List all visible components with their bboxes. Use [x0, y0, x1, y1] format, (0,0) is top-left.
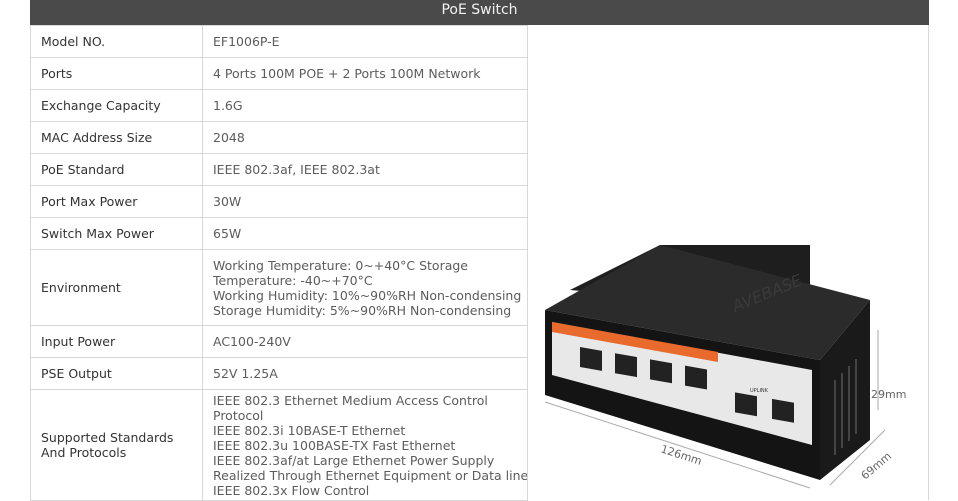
rj45-port-icon [580, 347, 602, 371]
standards-label-line: And Protocols [41, 445, 127, 460]
spec-label-ports: Ports [30, 57, 203, 90]
spec-label-environment: Environment [30, 249, 203, 326]
spec-value-environment: Working Temperature: 0~+40°C Storage Tem… [202, 249, 528, 326]
spec-value-pse-output: 52V 1.25A [202, 357, 528, 390]
rj45-port-icon [650, 359, 672, 384]
spec-value-poe-standard: IEEE 802.3af, IEEE 802.3at [202, 153, 528, 186]
standards-line: Realized Through Ethernet Equipment or D… [213, 467, 528, 483]
environment-line: Working Temperature: 0~+40°C Storage [213, 257, 468, 273]
standards-line: IEEE 802.3 Ethernet Medium Access Contro… [213, 392, 488, 408]
standards-label-line: Supported Standards [41, 430, 174, 445]
standards-line: IEEE 802.3u 100BASE-TX Fast Ethernet [213, 437, 456, 453]
height-dimension: 29mm [871, 388, 906, 401]
table-row: MAC Address Size 2048 [30, 121, 528, 154]
spec-value-mac: 2048 [202, 121, 528, 154]
page-title: PoE Switch [441, 2, 518, 18]
width-dimension: 69mm [859, 450, 895, 483]
spec-value-switch-power: 65W [202, 217, 528, 250]
table-row: Ports 4 Ports 100M POE + 2 Ports 100M Ne… [30, 57, 528, 90]
spec-table: Model NO. EF1006P-E Ports 4 Ports 100M P… [30, 25, 528, 501]
spec-value-port-power: 30W [202, 185, 528, 218]
table-right-border [928, 25, 929, 500]
spec-value-ports: 4 Ports 100M POE + 2 Ports 100M Network [202, 57, 528, 90]
table-row: PoE Standard IEEE 802.3af, IEEE 802.3at [30, 153, 528, 186]
environment-line: Temperature: -40~+70°C [213, 272, 373, 288]
standards-line: IEEE 802.3af/at Large Ethernet Power Sup… [213, 452, 495, 468]
table-row: Port Max Power 30W [30, 185, 528, 218]
spec-value-model: EF1006P-E [202, 25, 528, 58]
spec-value-exchange: 1.6G [202, 89, 528, 122]
spec-label-pse-output: PSE Output [30, 357, 203, 390]
spec-value-standards: IEEE 802.3 Ethernet Medium Access Contro… [202, 389, 528, 501]
rj45-port-icon [615, 353, 637, 378]
rj45-port-icon [772, 398, 794, 423]
spec-label-standards: Supported Standards And Protocols [30, 389, 203, 501]
standards-line: IEEE 802.3x Flow Control [213, 482, 370, 498]
table-row: Input Power AC100-240V [30, 325, 528, 358]
spec-label-input-power: Input Power [30, 325, 203, 358]
table-row: Exchange Capacity 1.6G [30, 89, 528, 122]
spec-label-poe-standard: PoE Standard [30, 153, 203, 186]
table-row: Switch Max Power 65W [30, 217, 528, 250]
environment-line: Working Humidity: 10%~90%RH Non-condensi… [213, 287, 522, 303]
environment-line: Storage Humidity: 5%~90%RH Non-condensin… [213, 302, 512, 318]
spec-value-input-power: AC100-240V [202, 325, 528, 358]
rj45-port-icon [735, 392, 757, 417]
page-title-bar: PoE Switch [30, 0, 929, 25]
spec-label-exchange: Exchange Capacity [30, 89, 203, 122]
spec-section: Model NO. EF1006P-E Ports 4 Ports 100M P… [30, 25, 929, 501]
table-row: Model NO. EF1006P-E [30, 25, 528, 58]
table-row: PSE Output 52V 1.25A [30, 357, 528, 390]
rj45-port-icon [685, 365, 707, 390]
standards-line: IEEE 802.3i 10BASE-T Ethernet [213, 422, 406, 438]
standards-line: Protocol [213, 407, 264, 423]
table-row: Environment Working Temperature: 0~+40°C… [30, 249, 528, 326]
poe-label: PoE [556, 327, 567, 334]
spec-label-model: Model NO. [30, 25, 203, 58]
table-row: Supported Standards And Protocols IEEE 8… [30, 389, 528, 501]
spec-label-mac: MAC Address Size [30, 121, 203, 154]
spec-label-switch-power: Switch Max Power [30, 217, 203, 250]
poe-switch-product-image: PoE AVEBASE UPLINK 126mm 69mm 29mm [544, 245, 906, 489]
spec-label-port-power: Port Max Power [30, 185, 203, 218]
uplink-label: UPLINK [750, 388, 769, 394]
